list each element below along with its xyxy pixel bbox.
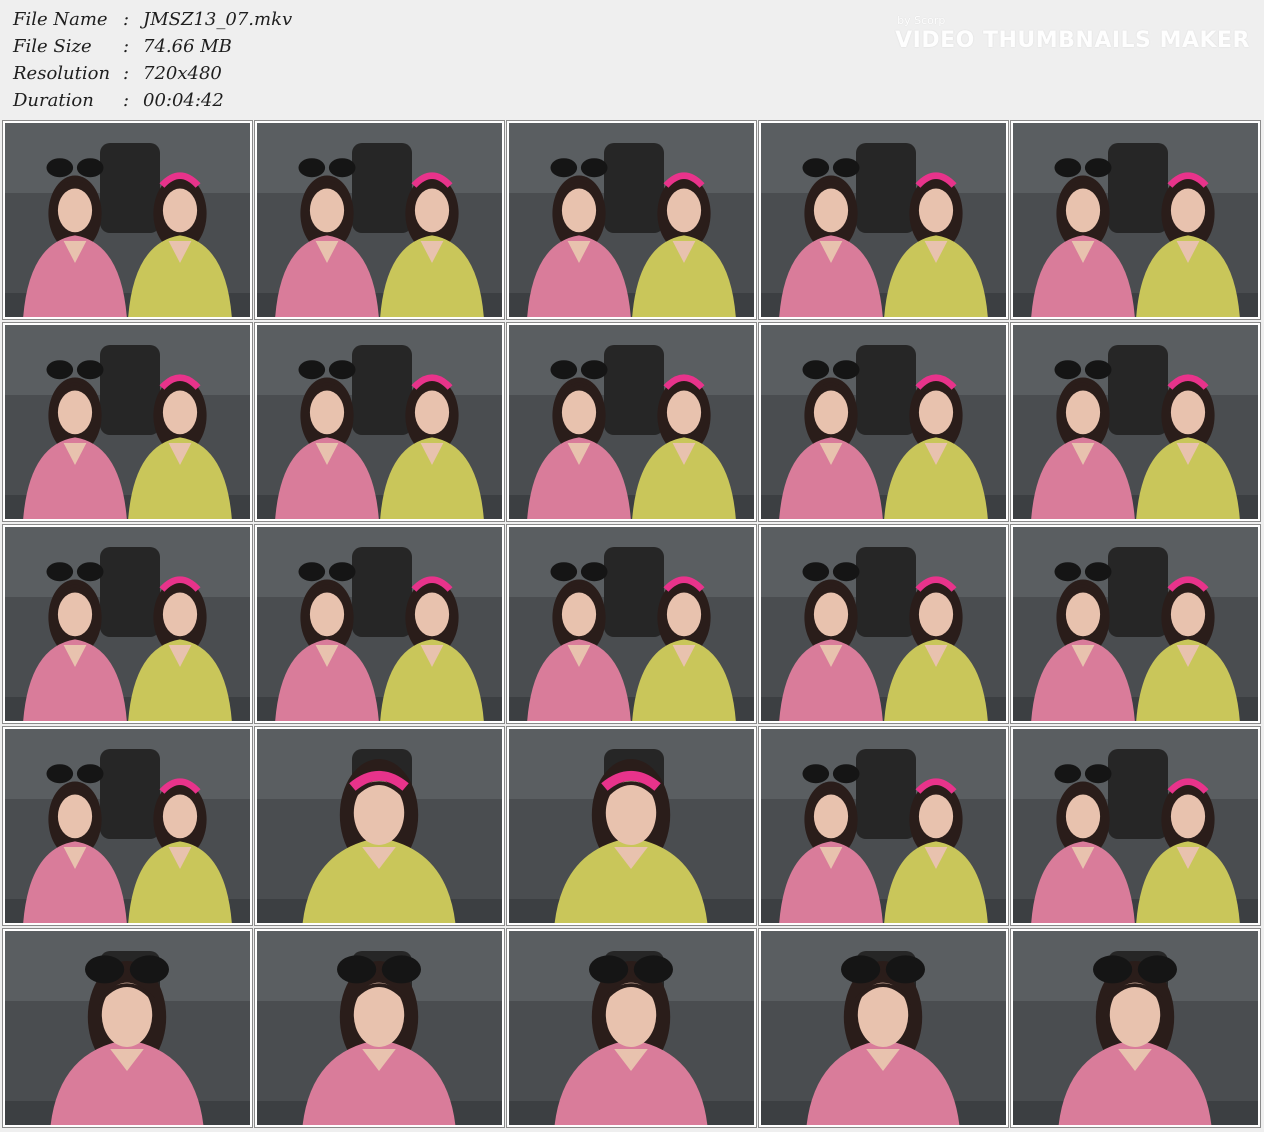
video-thumbnail xyxy=(506,322,757,522)
video-thumbnail xyxy=(254,120,505,320)
duration-label: Duration xyxy=(13,90,94,111)
video-thumbnail xyxy=(254,322,505,522)
video-thumbnail xyxy=(1010,928,1261,1128)
video-thumbnail xyxy=(758,928,1009,1128)
watermark: by Scorp VIDEO THUMBNAILS MAKER xyxy=(895,14,1250,54)
file-size-value: 74.66 MB xyxy=(143,36,232,57)
resolution-row: Resolution : 720x480 xyxy=(13,60,292,87)
video-thumbnail xyxy=(1010,322,1261,522)
video-thumbnail xyxy=(758,322,1009,522)
video-thumbnail xyxy=(2,726,253,926)
separator: : xyxy=(123,9,130,30)
resolution-label: Resolution xyxy=(13,63,111,84)
separator: : xyxy=(123,36,130,57)
watermark-title: VIDEO THUMBNAILS MAKER xyxy=(895,28,1250,53)
video-thumbnail xyxy=(2,120,253,320)
file-name-row: File Name : JMSZ13_07.mkv xyxy=(13,6,292,33)
duration-row: Duration : 00:04:42 xyxy=(13,87,292,114)
file-size-row: File Size : 74.66 MB xyxy=(13,33,292,60)
video-thumbnail xyxy=(758,726,1009,926)
file-size-label: File Size xyxy=(13,36,92,57)
video-thumbnail xyxy=(254,928,505,1128)
video-thumbnail xyxy=(1010,120,1261,320)
video-thumbnail xyxy=(506,726,757,926)
separator: : xyxy=(123,90,130,111)
file-name-value: JMSZ13_07.mkv xyxy=(143,9,293,30)
video-thumbnail xyxy=(1010,726,1261,926)
video-thumbnail xyxy=(2,524,253,724)
video-thumbnail xyxy=(254,726,505,926)
file-name-label: File Name xyxy=(13,9,108,30)
video-thumbnail xyxy=(506,524,757,724)
video-thumbnail xyxy=(2,322,253,522)
video-thumbnail xyxy=(506,120,757,320)
video-thumbnail xyxy=(1010,524,1261,724)
duration-value: 00:04:42 xyxy=(143,90,224,111)
thumbnail-grid xyxy=(2,120,1262,1128)
watermark-byline: by Scorp xyxy=(897,14,946,27)
video-thumbnail xyxy=(2,928,253,1128)
video-thumbnail xyxy=(254,524,505,724)
sheet-header: File Name : JMSZ13_07.mkv File Size : 74… xyxy=(0,0,1264,120)
video-thumbnail xyxy=(758,524,1009,724)
thumbnail-sheet: File Name : JMSZ13_07.mkv File Size : 74… xyxy=(0,0,1264,1132)
video-thumbnail xyxy=(506,928,757,1128)
video-thumbnail xyxy=(758,120,1009,320)
separator: : xyxy=(123,63,130,84)
file-info: File Name : JMSZ13_07.mkv File Size : 74… xyxy=(13,6,292,114)
resolution-value: 720x480 xyxy=(143,63,222,84)
